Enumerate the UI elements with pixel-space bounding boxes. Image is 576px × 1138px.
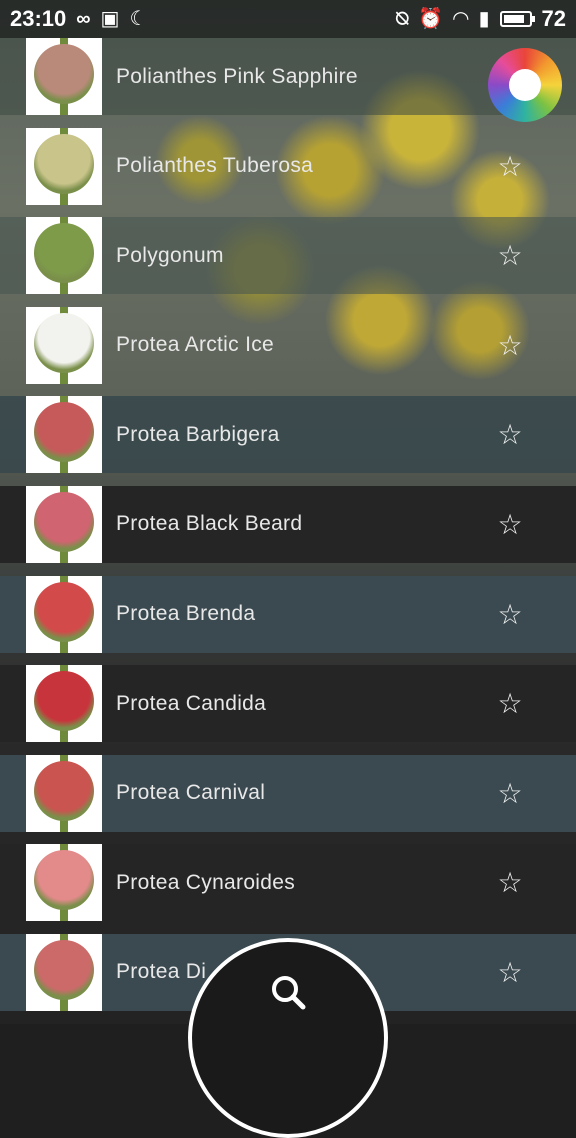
signal-icon: ▮ <box>478 8 490 30</box>
list-item[interactable]: Protea Black Beard ☆ <box>0 485 576 563</box>
favorite-star-icon[interactable]: ☆ <box>480 150 540 183</box>
flower-thumbnail <box>26 127 102 205</box>
app-logo-icon[interactable] <box>488 48 562 122</box>
favorite-star-icon[interactable]: ☆ <box>480 598 540 631</box>
flower-name: Protea Arctic Ice <box>116 333 274 357</box>
search-icon <box>272 976 306 1010</box>
list-item[interactable]: Protea Cynaroides ☆ <box>0 844 576 922</box>
list-item[interactable]: Protea Brenda ☆ <box>0 575 576 653</box>
list-item[interactable]: Protea Barbigera ☆ <box>0 396 576 474</box>
battery-level: 72 <box>541 6 566 31</box>
flower-thumbnail <box>26 933 102 1011</box>
flower-name: Protea Black Beard <box>116 512 303 536</box>
favorite-star-icon[interactable]: ☆ <box>480 687 540 720</box>
flower-name: Protea Candida <box>116 691 267 715</box>
flower-thumbnail <box>26 306 102 384</box>
flower-name: Protea Barbigera <box>116 422 280 446</box>
list-item[interactable]: Protea Arctic Ice ☆ <box>0 306 576 384</box>
battery-icon <box>499 11 535 27</box>
flower-thumbnail <box>26 665 102 743</box>
favorite-star-icon[interactable]: ☆ <box>480 508 540 541</box>
favorite-star-icon[interactable]: ☆ <box>480 329 540 362</box>
flower-name: Protea Cynaroides <box>116 870 296 894</box>
flower-list: Polianthes Pink Sapphire Polianthes Tuber… <box>0 38 576 1024</box>
flower-thumbnail <box>26 575 102 653</box>
flower-thumbnail <box>26 754 102 832</box>
flower-thumbnail <box>26 844 102 922</box>
list-item[interactable]: Polygonum ☆ <box>0 217 576 295</box>
status-bar: 23:10 ∞ ▣ ☾ ⍉ ⏰ ◠ ▮ 72 <box>0 0 576 38</box>
flower-thumbnail <box>26 396 102 474</box>
wifi-icon: ◠ <box>453 8 469 30</box>
flower-name: Protea Carnival <box>116 781 266 805</box>
infinity-icon: ∞ <box>76 8 91 30</box>
favorite-star-icon[interactable]: ☆ <box>480 418 540 451</box>
flower-thumbnail <box>26 217 102 295</box>
favorite-star-icon[interactable]: ☆ <box>480 239 540 272</box>
flower-name: Polianthes Tuberosa <box>116 154 314 178</box>
list-item[interactable]: Protea Carnival ☆ <box>0 754 576 832</box>
list-item[interactable]: Protea Candida ☆ <box>0 665 576 743</box>
clock: 23:10 <box>10 6 67 31</box>
moon-icon: ☾ <box>129 8 148 30</box>
favorite-star-icon[interactable]: ☆ <box>480 956 540 989</box>
search-button[interactable] <box>188 938 388 1138</box>
favorite-star-icon[interactable]: ☆ <box>480 777 540 810</box>
favorite-star-icon[interactable]: ☆ <box>480 866 540 899</box>
flower-thumbnail <box>26 38 102 115</box>
flower-name: Polygonum <box>116 243 224 267</box>
flower-name: Protea Brenda <box>116 602 256 626</box>
flower-thumbnail <box>26 485 102 563</box>
image-icon: ▣ <box>100 8 120 30</box>
list-item[interactable]: Polianthes Tuberosa ☆ <box>0 127 576 205</box>
alarm-icon: ⏰ <box>418 8 444 30</box>
mute-icon: ⍉ <box>396 8 409 30</box>
